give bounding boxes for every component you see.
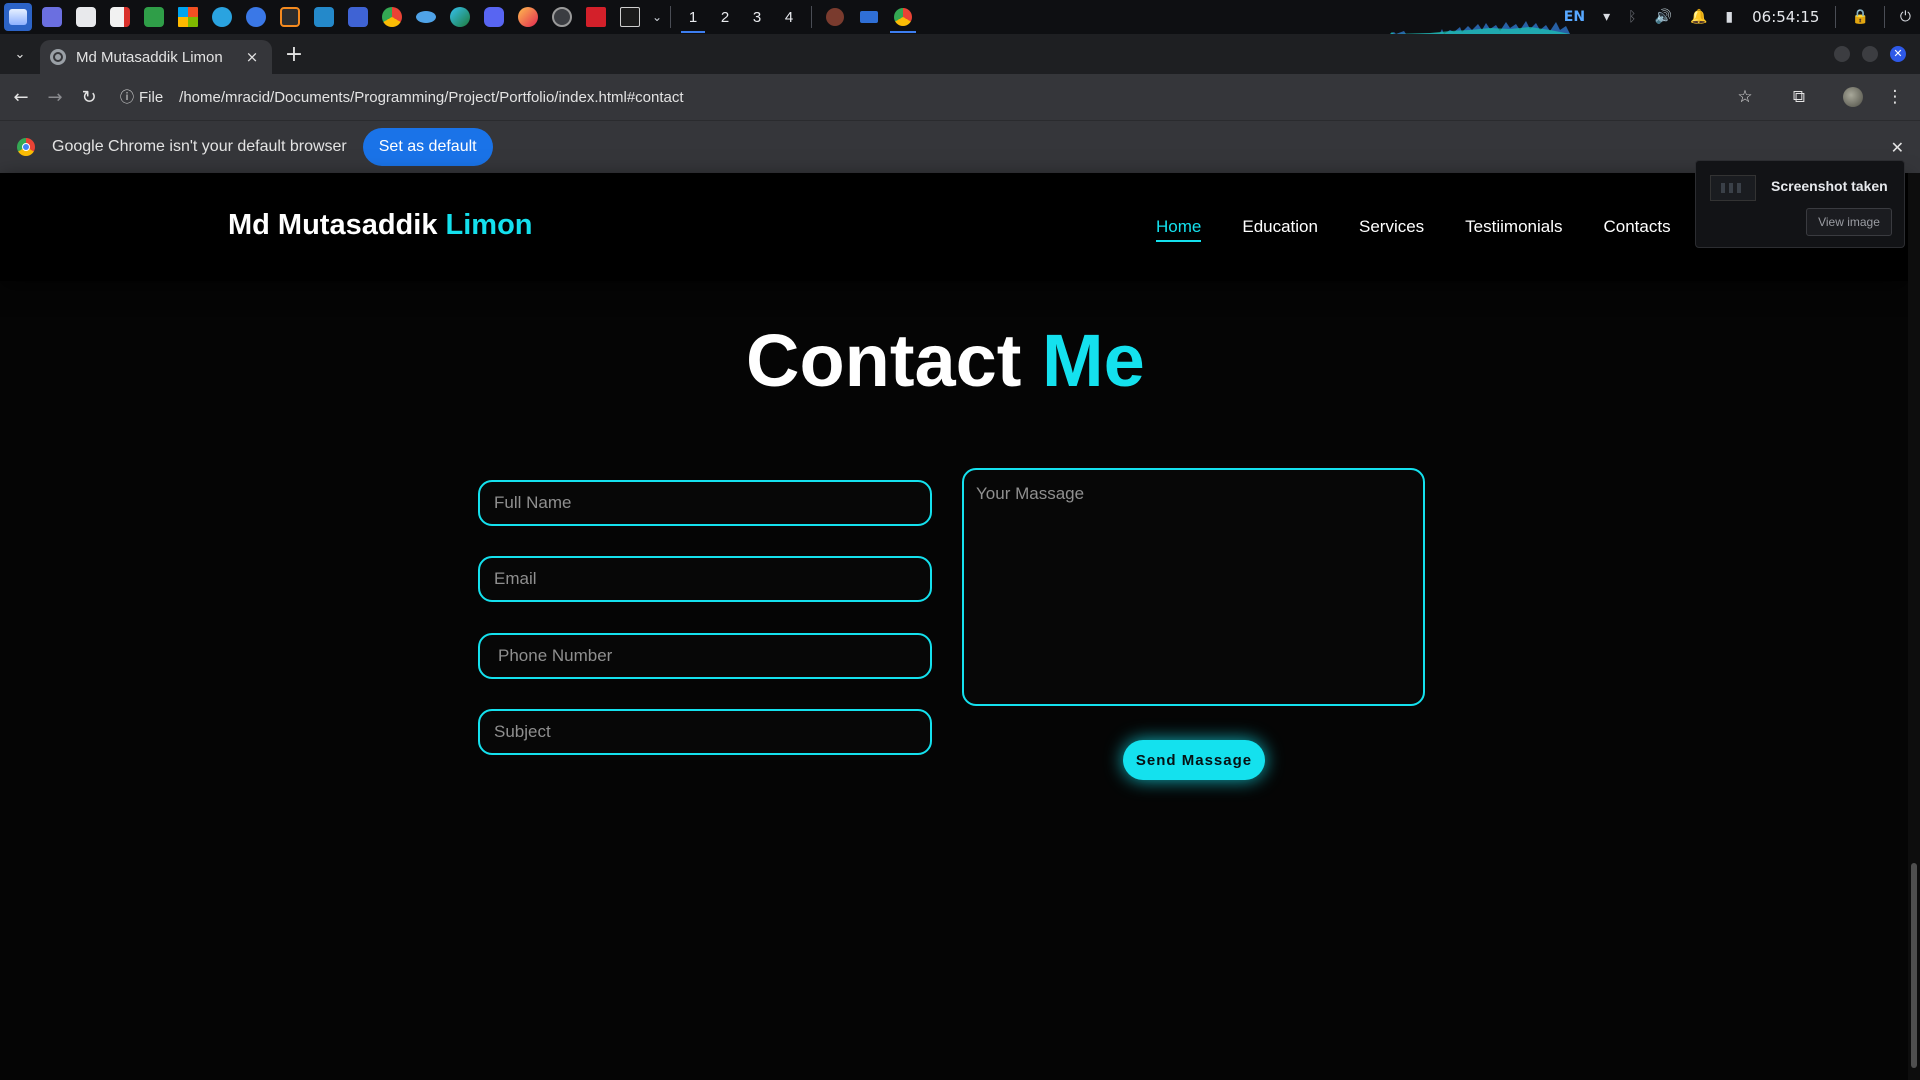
message-textarea[interactable]: Your Massage bbox=[962, 468, 1425, 706]
bookmark-star-icon[interactable]: ☆ bbox=[1728, 80, 1762, 114]
workspace-4[interactable]: 4 bbox=[773, 0, 805, 34]
discord-icon[interactable] bbox=[480, 3, 508, 31]
vim-icon[interactable] bbox=[140, 3, 168, 31]
battery-icon[interactable]: ▮ bbox=[1716, 9, 1742, 25]
omnibox-scheme-chip[interactable]: File bbox=[139, 89, 163, 106]
firefox-icon[interactable] bbox=[514, 3, 542, 31]
kebab-menu-icon[interactable]: ⋮ bbox=[1878, 80, 1912, 114]
globe-icon bbox=[50, 49, 66, 65]
bell-icon[interactable]: 🔔 bbox=[1681, 9, 1716, 25]
lock-icon[interactable]: 🔒 bbox=[1842, 9, 1877, 25]
document-viewer-icon[interactable] bbox=[106, 3, 134, 31]
omnibox[interactable]: ⓘ File /home/mracid/Documents/Programmin… bbox=[120, 79, 1780, 115]
workspace-2[interactable]: 2 bbox=[709, 0, 741, 34]
send-message-button[interactable]: Send Massage bbox=[1123, 740, 1265, 780]
apps-grid-icon[interactable] bbox=[174, 3, 202, 31]
panel-separator bbox=[811, 6, 812, 28]
system-tray: EN ▾ ᛒ 🔊 🔔 ▮ 06:54:15 🔒 ⏻ bbox=[1555, 0, 1920, 34]
tab-strip: ⌄ Md Mutasaddik Limon × + ✕ bbox=[0, 34, 1920, 74]
workspace-1[interactable]: 1 bbox=[677, 0, 709, 34]
extensions-puzzle-icon[interactable]: ⧉ bbox=[1782, 80, 1816, 114]
heading-accent: Me bbox=[1042, 319, 1145, 402]
email-input[interactable]: Email bbox=[478, 556, 932, 602]
site-logo[interactable]: Md Mutasaddik Limon bbox=[228, 209, 533, 242]
phone-input[interactable]: Phone Number bbox=[478, 633, 932, 679]
infobar-message: Google Chrome isn't your default browser bbox=[52, 138, 347, 155]
logo-text: Md Mutasaddik bbox=[228, 209, 438, 241]
screenshot-thumbnail[interactable] bbox=[1710, 175, 1756, 201]
wifi-icon[interactable]: ▾ bbox=[1594, 9, 1619, 25]
sublime-text-icon[interactable] bbox=[276, 3, 304, 31]
tab-close-icon[interactable]: × bbox=[242, 48, 262, 66]
bluetooth-icon[interactable]: ᛒ bbox=[1619, 9, 1645, 25]
browser-toolbar: ← → ↻ ⓘ File /home/mracid/Documents/Prog… bbox=[0, 74, 1920, 120]
system-panel: ⌄ 1 2 3 4 EN ▾ ᛒ 🔊 🔔 ▮ 06:54:15 🔒 ⏻ bbox=[0, 0, 1920, 34]
clock[interactable]: 06:54:15 bbox=[1742, 8, 1829, 26]
toolbar-actions: ☆ ⧉ ⋮ bbox=[1728, 80, 1920, 114]
full-name-input[interactable]: Full Name bbox=[478, 480, 932, 526]
screen-icon[interactable] bbox=[38, 3, 66, 31]
default-browser-infobar: Google Chrome isn't your default browser… bbox=[0, 120, 1920, 173]
infobar-close-icon[interactable]: ✕ bbox=[1891, 138, 1904, 157]
app-launchers: ⌄ bbox=[0, 3, 664, 31]
reload-icon[interactable]: ↻ bbox=[72, 80, 106, 114]
chevron-down-icon[interactable]: ⌄ bbox=[650, 10, 664, 24]
nav-contacts[interactable]: Contacts bbox=[1603, 217, 1670, 242]
maximize-button[interactable] bbox=[1862, 46, 1878, 62]
task-folder-icon[interactable] bbox=[852, 0, 886, 34]
panel-separator bbox=[1835, 6, 1837, 28]
tab-title: Md Mutasaddik Limon bbox=[76, 48, 223, 66]
info-icon[interactable]: ⓘ bbox=[120, 87, 134, 107]
app-menu-icon[interactable] bbox=[4, 3, 32, 31]
site-nav: Home Education Services Testiimonials Co… bbox=[1156, 217, 1671, 242]
red-app-icon[interactable] bbox=[582, 3, 610, 31]
volume-icon[interactable]: 🔊 bbox=[1646, 9, 1681, 25]
page-content: Md Mutasaddik Limon Home Education Servi… bbox=[0, 173, 1908, 1080]
back-arrow-icon[interactable]: ← bbox=[4, 80, 38, 114]
nav-home[interactable]: Home bbox=[1156, 217, 1202, 242]
set-default-button[interactable]: Set as default bbox=[362, 128, 493, 166]
contact-heading: Contact Me bbox=[746, 318, 1145, 403]
site-header: Md Mutasaddik Limon Home Education Servi… bbox=[0, 173, 1908, 281]
network-graph bbox=[1390, 21, 1570, 34]
nav-testimonials[interactable]: Testiimonials bbox=[1465, 217, 1562, 242]
keyboard-layout[interactable]: EN bbox=[1555, 9, 1594, 25]
logo-accent: Limon bbox=[445, 209, 533, 241]
chrome-launcher-icon[interactable] bbox=[378, 3, 406, 31]
telegram-icon[interactable] bbox=[208, 3, 236, 31]
heading-text: Contact bbox=[746, 319, 1022, 402]
url-text[interactable]: /home/mracid/Documents/Programming/Proje… bbox=[179, 89, 683, 106]
browser-icon[interactable] bbox=[242, 3, 270, 31]
screenshot-notification: Screenshot taken View image bbox=[1695, 160, 1905, 248]
panel-separator bbox=[670, 6, 671, 28]
terminal-icon[interactable] bbox=[616, 3, 644, 31]
steam-icon[interactable] bbox=[548, 3, 576, 31]
workspace-switcher: 1 2 3 4 bbox=[677, 0, 805, 34]
view-image-button[interactable]: View image bbox=[1806, 208, 1892, 236]
nav-education[interactable]: Education bbox=[1242, 217, 1318, 242]
chrome-logo-icon bbox=[17, 138, 35, 156]
minimize-button[interactable] bbox=[1834, 46, 1850, 62]
subject-input[interactable]: Subject bbox=[478, 709, 932, 755]
forward-arrow-icon[interactable]: → bbox=[38, 80, 72, 114]
profile-avatar[interactable] bbox=[1836, 80, 1870, 114]
cube-app-icon[interactable] bbox=[344, 3, 372, 31]
workspace-3[interactable]: 3 bbox=[741, 0, 773, 34]
notification-title: Screenshot taken bbox=[1771, 178, 1888, 194]
page-scrollbar[interactable] bbox=[1908, 173, 1920, 1080]
tab-search-chevron-icon[interactable]: ⌄ bbox=[8, 42, 32, 66]
new-tab-button[interactable]: + bbox=[282, 44, 306, 68]
power-icon[interactable]: ⏻ bbox=[1891, 9, 1920, 25]
close-window-button[interactable]: ✕ bbox=[1890, 46, 1906, 62]
task-chrome-icon[interactable] bbox=[886, 0, 920, 34]
cloud-icon[interactable] bbox=[412, 3, 440, 31]
nav-services[interactable]: Services bbox=[1359, 217, 1424, 242]
panel-separator bbox=[1883, 6, 1885, 28]
scrollbar-thumb[interactable] bbox=[1911, 863, 1917, 1068]
edge-icon[interactable] bbox=[446, 3, 474, 31]
files-icon[interactable] bbox=[72, 3, 100, 31]
tab-portfolio[interactable]: Md Mutasaddik Limon × bbox=[40, 40, 272, 74]
vscode-icon[interactable] bbox=[310, 3, 338, 31]
task-firefox-icon[interactable] bbox=[818, 0, 852, 34]
